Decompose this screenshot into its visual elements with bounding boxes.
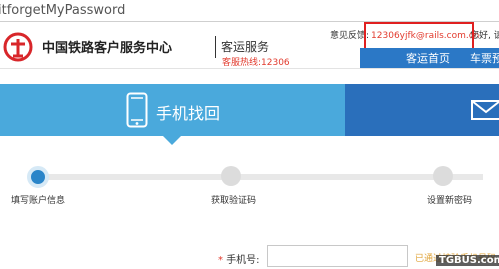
tab-phone-recovery[interactable]: 手机找回: [0, 84, 345, 136]
step-1-label: 填写账户信息: [11, 196, 66, 206]
nav-ticket-link[interactable]: 车票预订: [470, 50, 499, 66]
step-3-dot: [433, 166, 453, 186]
service-hotline: 客服热线:12306: [222, 58, 290, 68]
address-bar[interactable]: itforgetMyPassword: [0, 0, 499, 22]
phone-field-label: * 手机号:: [218, 251, 260, 266]
annotation-highlight: [364, 22, 474, 50]
envelope-icon: [471, 100, 499, 120]
active-tab-pointer: [163, 136, 181, 145]
step-2-dot: [221, 166, 241, 186]
top-nav: 客运首页 车票预订: [360, 48, 499, 68]
site-watermark: TGBUS.com: [436, 255, 499, 266]
phone-label-text: 手机号:: [226, 255, 260, 266]
mobile-phone-icon: [126, 92, 148, 128]
nav-home-link[interactable]: 客运首页: [406, 50, 450, 66]
phone-number-input[interactable]: [267, 245, 408, 267]
site-title: 中国铁路客户服务中心: [42, 41, 173, 56]
tab-phone-label: 手机找回: [156, 104, 221, 123]
site-subtitle: 客运服务: [221, 40, 270, 54]
progress-track: [38, 174, 483, 180]
tab-email-recovery[interactable]: [345, 84, 499, 136]
step-3-label: 设置新密码: [427, 196, 473, 206]
address-text: itforgetMyPassword: [0, 3, 126, 18]
title-divider: [215, 36, 216, 58]
step-1-dot: [27, 166, 49, 188]
login-greeting[interactable]: 您好, 请: [470, 28, 499, 41]
step-2-label: 获取验证码: [211, 196, 257, 206]
railway-logo-icon[interactable]: [3, 32, 33, 62]
recovery-tabs: 手机找回: [0, 84, 499, 145]
required-marker: *: [218, 255, 223, 266]
